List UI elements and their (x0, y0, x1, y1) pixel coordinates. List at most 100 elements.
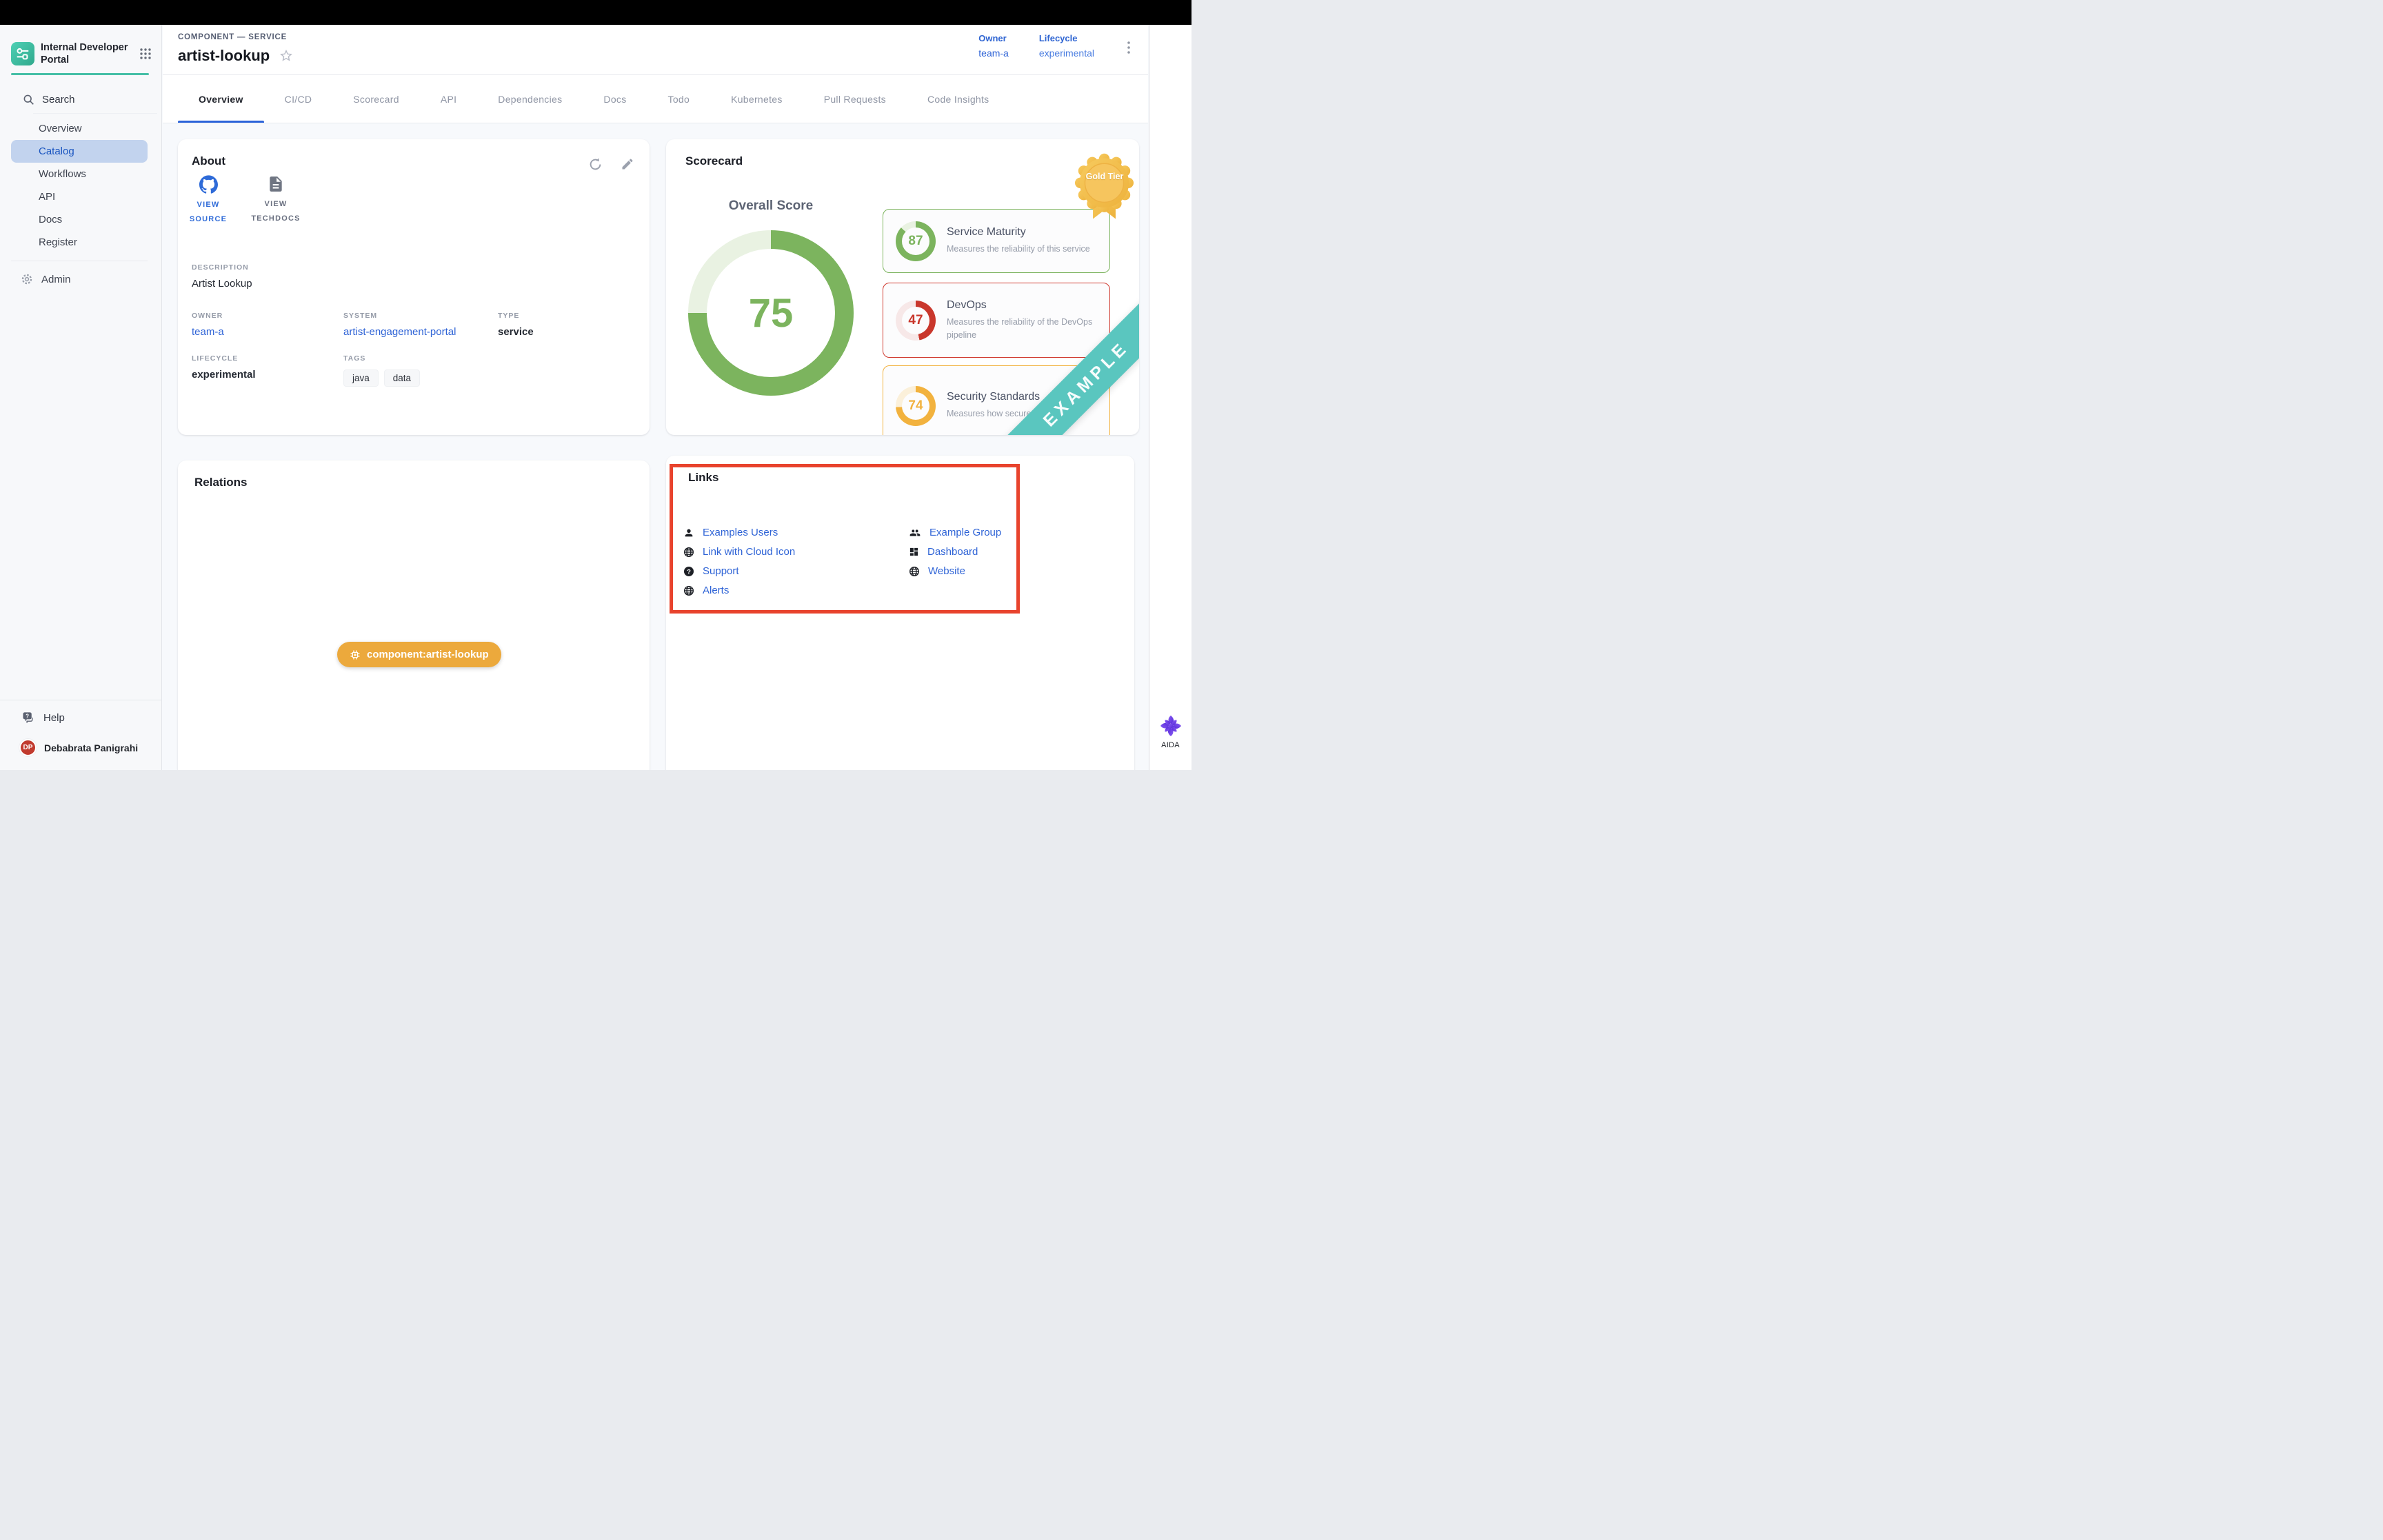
more-options-icon[interactable] (1125, 37, 1133, 58)
owner-field-label: OWNER (192, 312, 224, 320)
owner-field: OWNER team-a (192, 312, 224, 338)
entity-tabs: Overview CI/CD Scorecard API Dependencie… (163, 75, 1148, 123)
metric-ring: 74 (896, 386, 936, 426)
sidebar-item-api[interactable]: API (11, 185, 148, 208)
aida-assistant-button[interactable]: AIDA (1149, 714, 1192, 749)
view-techdocs-button[interactable]: VIEW TECHDOCS (243, 175, 309, 226)
relation-node-label: component:artist-lookup (367, 649, 489, 660)
user-name: Debabrata Panigrahi (44, 742, 138, 753)
system-field: SYSTEM artist-engagement-portal (343, 312, 456, 338)
lifecycle-field-value: experimental (192, 369, 256, 381)
link-label: Link with Cloud Icon (703, 546, 795, 558)
relation-node-artist-lookup[interactable]: component:artist-lookup (337, 642, 501, 667)
about-title: About (192, 154, 225, 168)
link-examples-users[interactable]: Examples Users (683, 527, 778, 538)
about-card: About (178, 139, 650, 435)
dashboard-icon (909, 547, 919, 557)
sidebar-item-catalog[interactable]: Catalog (11, 140, 148, 163)
document-icon (267, 175, 285, 193)
user-icon (683, 527, 694, 538)
sidebar: Internal Developer Portal Search Overvie… (0, 25, 162, 770)
metric-ring: 47 (896, 301, 936, 341)
lifecycle-value: experimental (1039, 48, 1094, 59)
brand-home-button[interactable]: Internal Developer Portal (11, 41, 152, 66)
link-label: Dashboard (927, 546, 978, 558)
globe-icon (683, 547, 694, 558)
user-menu[interactable]: DP Debabrata Panigrahi (0, 733, 161, 770)
link-website[interactable]: Website (909, 565, 965, 577)
tag-chip[interactable]: data (384, 369, 420, 387)
top-black-bar (0, 0, 1192, 25)
link-support[interactable]: ? Support (683, 565, 739, 577)
metric-description: Measures the reliability of the DevOps p… (947, 316, 1097, 341)
tab-api[interactable]: API (420, 75, 477, 123)
help-chat-icon: ? (22, 711, 35, 724)
view-source-button[interactable]: VIEW SOURCE (182, 175, 234, 227)
aida-flower-icon (1159, 714, 1183, 738)
tags-field-label: TAGS (343, 354, 420, 363)
search-icon (23, 94, 34, 105)
metric-value: 74 (908, 398, 923, 414)
owner-label: Owner (978, 33, 1009, 43)
sidebar-item-docs[interactable]: Docs (11, 208, 148, 231)
metric-name: Service Maturity (947, 226, 1090, 239)
link-label: Alerts (703, 585, 729, 596)
sidebar-nav: Overview Catalog Workflows API Docs Regi… (0, 117, 161, 292)
sidebar-item-admin[interactable]: Admin (0, 267, 161, 292)
sidebar-item-overview[interactable]: Overview (11, 117, 148, 140)
metric-value: 87 (908, 234, 923, 249)
metric-description: Measures the reliability of this service (947, 243, 1090, 255)
search-input[interactable]: Search (23, 94, 75, 105)
sidebar-bottom: ? Help DP Debabrata Panigrahi (0, 700, 161, 770)
relations-title: Relations (194, 476, 248, 489)
favorite-star-icon[interactable] (279, 49, 293, 63)
refresh-icon[interactable] (588, 157, 603, 172)
avatar: DP (19, 739, 37, 756)
view-source-label: VIEW SOURCE (182, 198, 234, 227)
help-button[interactable]: ? Help (0, 700, 161, 733)
link-example-group[interactable]: Example Group (909, 527, 1001, 538)
right-panel: AIDA (1149, 25, 1192, 770)
link-label: Example Group (929, 527, 1001, 538)
link-label: Support (703, 565, 739, 577)
sidebar-item-workflows[interactable]: Workflows (11, 163, 148, 185)
sidebar-item-register[interactable]: Register (11, 231, 148, 254)
tag-chip[interactable]: java (343, 369, 379, 387)
link-label: Website (928, 565, 965, 577)
tab-cicd[interactable]: CI/CD (264, 75, 333, 123)
tab-todo[interactable]: Todo (647, 75, 711, 123)
owner-field-link[interactable]: team-a (192, 326, 224, 338)
owner-link[interactable]: team-a (978, 48, 1009, 59)
svg-text:?: ? (26, 713, 29, 719)
view-techdocs-label: VIEW TECHDOCS (243, 197, 309, 226)
metric-value: 47 (908, 313, 923, 328)
tab-docs[interactable]: Docs (583, 75, 647, 123)
overview-content: About (163, 123, 1148, 770)
brand-underline (11, 73, 149, 75)
tab-kubernetes[interactable]: Kubernetes (710, 75, 803, 123)
admin-label: Admin (41, 274, 71, 285)
link-cloud[interactable]: Link with Cloud Icon (683, 546, 795, 558)
tab-pull-requests[interactable]: Pull Requests (803, 75, 907, 123)
apps-grid-icon[interactable] (139, 48, 152, 60)
gear-icon (21, 273, 33, 285)
lifecycle-label: Lifecycle (1039, 33, 1094, 43)
tab-overview[interactable]: Overview (178, 75, 264, 123)
metric-devops[interactable]: 47 DevOps Measures the reliability of th… (883, 283, 1110, 358)
tab-scorecard[interactable]: Scorecard (332, 75, 420, 123)
search-label: Search (42, 94, 75, 105)
type-field-label: TYPE (498, 312, 534, 320)
links-card: Links Examples Users Link with Cloud Ico… (666, 456, 1134, 770)
links-title: Links (688, 471, 718, 485)
tab-code-insights[interactable]: Code Insights (907, 75, 1010, 123)
link-dashboard[interactable]: Dashboard (909, 546, 978, 558)
system-field-link[interactable]: artist-engagement-portal (343, 326, 456, 338)
edit-pencil-icon[interactable] (621, 157, 634, 172)
tab-dependencies[interactable]: Dependencies (477, 75, 583, 123)
link-alerts[interactable]: Alerts (683, 585, 729, 596)
lifecycle-field: LIFECYCLE experimental (192, 354, 256, 381)
overall-score-value: 75 (749, 290, 794, 336)
lifecycle-meta: Lifecycle experimental (1039, 33, 1094, 59)
svg-text:?: ? (687, 568, 691, 576)
type-field-value: service (498, 326, 534, 338)
